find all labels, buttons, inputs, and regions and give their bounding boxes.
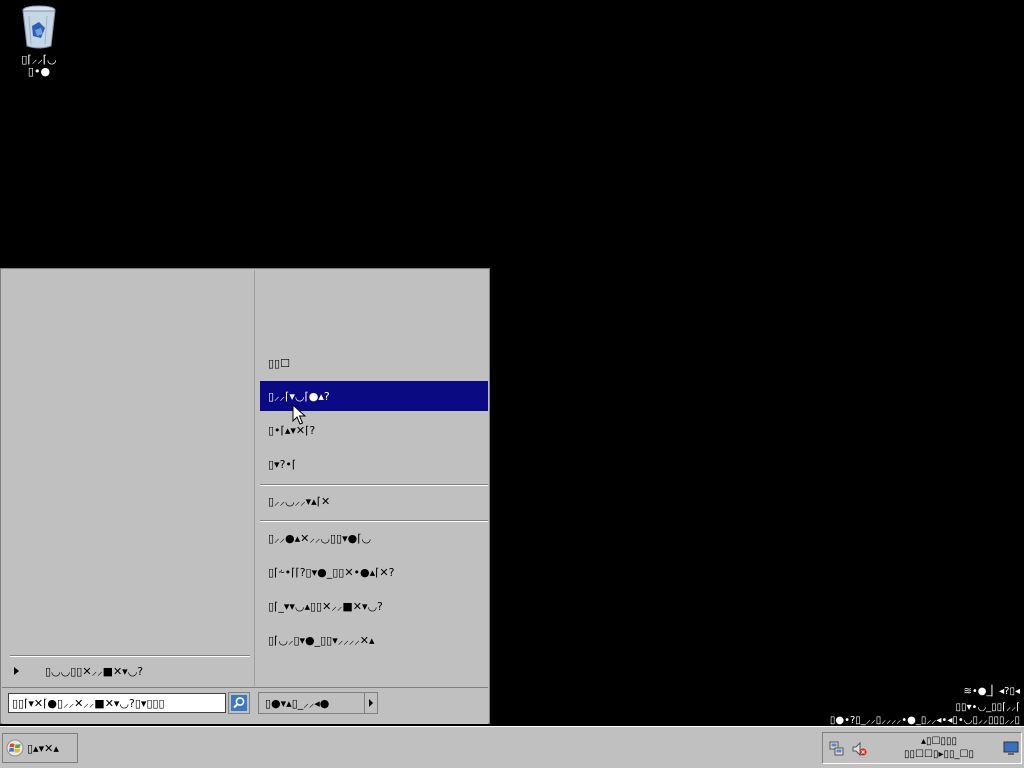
all-programs-button[interactable]: ▯◡◡▯▯✕⸝⸝■✕▾◡? — [10, 660, 250, 682]
system-tray: ▴▯☐▯▯▯ ▯▯☐☐▯▸▯▯_☐▯ — [822, 732, 1022, 764]
arrow-right-icon — [369, 699, 373, 707]
windows-logo-icon — [6, 739, 24, 757]
search-button[interactable] — [228, 692, 250, 714]
places-item-label: ▯⌈◡⸝▯▾●_▯▯▾⸝⸝⸝⸝✕▴ — [268, 633, 375, 647]
shutdown-label: ▯●▾▴▯_⸝⸝◂● — [265, 696, 330, 710]
places-item-label: ▯⸝⸝●▴✕⸝⸝◡▯▯▾●⌈◡ — [268, 531, 372, 545]
clock-date: ▯▯☐☐▯▸▯▯_☐▯ — [904, 749, 974, 760]
volume-muted-icon[interactable] — [851, 741, 867, 757]
places-item[interactable]: ▯▯☐ — [260, 348, 488, 378]
watermark-line: ≋•●_▏◂?▯◂ — [963, 686, 1020, 697]
places-item-label: ▯⸝⸝◡⸝⸝▾▴⌈✕ — [268, 494, 331, 508]
places-item[interactable]: ▯⌈_▾▾◡▴▯▯✕⸝⸝■✕▾◡? — [260, 591, 488, 621]
recycle-bin-shortcut[interactable]: ▯⌈⸝⸝⌈◡ ▯•● — [0, 4, 78, 78]
start-menu: ▯◡◡▯▯✕⸝⸝■✕▾◡? ▯▯☐ ▯⸝⸝⌈▾◡⌈●▴? ▯•⌈▴▾✕⌈? ▯▾… — [0, 268, 490, 724]
pinned-programs-pane: ▯◡◡▯▯✕⸝⸝■✕▾◡? — [2, 270, 255, 686]
all-programs-separator — [10, 655, 250, 657]
taskbar: ▯▴▾✕▴ ▴▯☐▯▯▯ ▯▯☐☐▯▸▯▯_☐▯ — [0, 726, 1024, 768]
places-item[interactable]: ▯⸝⸝◡⸝⸝▾▴⌈✕ — [260, 486, 488, 516]
shutdown-button[interactable]: ▯●▾▴▯_⸝⸝◂● — [259, 693, 365, 713]
places-item-label: ▯⸝⸝⌈▾◡⌈●▴? — [268, 389, 330, 403]
watermark-line: ▯●•?▯_⸝⸝▯⸝⸝⸝⸝•●_▯⸝⸝◂•◂▯•◡▯⸝⸝▯▯▯⸝⸝▯ — [829, 715, 1020, 726]
places-item-label: ▯▾?•⌈ — [268, 457, 297, 471]
places-item-label: ▯▯☐ — [268, 356, 290, 370]
clock-time: ▴▯☐▯▯▯ — [921, 736, 957, 747]
places-item[interactable]: ▯⌈◡⸝▯▾●_▯▯▾⸝⸝⸝⸝✕▴ — [260, 625, 488, 655]
recycle-bin-label: ▯⌈⸝⸝⌈◡ ▯•● — [21, 53, 57, 78]
show-desktop-icon[interactable] — [1003, 740, 1019, 756]
all-programs-label: ▯◡◡▯▯✕⸝⸝■✕▾◡? — [45, 664, 144, 678]
start-button[interactable]: ▯▴▾✕▴ — [2, 733, 78, 763]
shutdown-options-button[interactable] — [365, 693, 377, 713]
places-separator — [260, 520, 488, 522]
mouse-cursor-icon — [292, 404, 306, 425]
start-label: ▯▴▾✕▴ — [27, 741, 59, 755]
arrow-right-icon — [14, 667, 19, 675]
desktop: ▯⌈⸝⸝⌈◡ ▯•● ▯◡◡▯▯✕⸝⸝■✕▾◡? ▯▯☐ ▯⸝⸝⌈▾◡⌈●▴? … — [0, 0, 1024, 726]
search-input[interactable] — [8, 693, 226, 713]
clock[interactable]: ▴▯☐▯▯▯ ▯▯☐☐▯▸▯▯_☐▯ — [879, 735, 999, 761]
network-icon[interactable] — [829, 741, 845, 757]
watermark-line: ▯▯▾•◡_▯▯⌈⸝⸝⌈ — [955, 702, 1020, 713]
places-item[interactable]: ▯⸝⸝●▴✕⸝⸝◡▯▯▾●⌈◡ — [260, 523, 488, 553]
places-item[interactable]: ▯⌈⸞•⌈⌈?▯▾●_▯▯✕•●▴⌈✕? — [260, 557, 488, 587]
places-item[interactable]: ▯▾?•⌈ — [260, 449, 488, 479]
recycle-bin-icon — [22, 5, 56, 49]
shutdown-group: ▯●▾▴▯_⸝⸝◂● — [258, 692, 378, 714]
search-icon — [231, 695, 247, 711]
places-item-label: ▯⌈_▾▾◡▴▯▯✕⸝⸝■✕▾◡? — [268, 599, 383, 613]
start-menu-footer: ▯●▾▴▯_⸝⸝◂● — [2, 687, 488, 724]
places-pane: ▯▯☐ ▯⸝⸝⌈▾◡⌈●▴? ▯•⌈▴▾✕⌈? ▯▾?•⌈ ▯⸝⸝◡⸝⸝▾▴⌈✕… — [256, 270, 489, 686]
places-item-label: ▯⌈⸞•⌈⌈?▯▾●_▯▯✕•●▴⌈✕? — [268, 565, 395, 579]
